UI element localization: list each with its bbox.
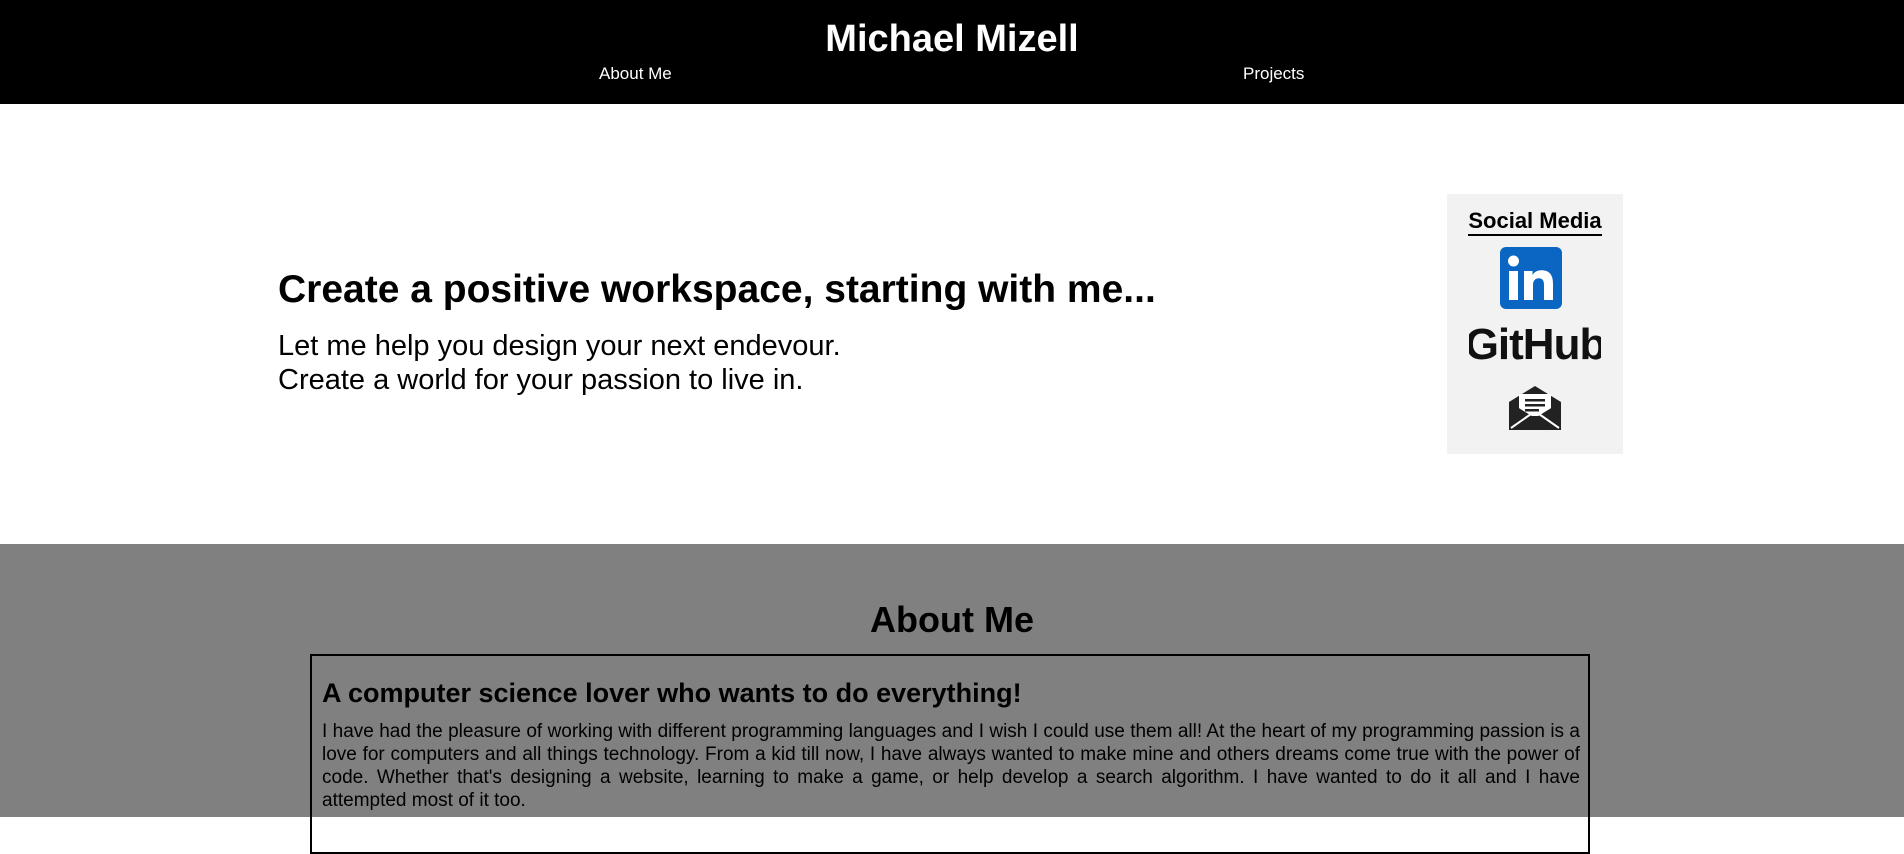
email-link[interactable]: [1507, 384, 1563, 432]
linkedin-link[interactable]: [1500, 247, 1562, 309]
github-link[interactable]: GitHub: [1465, 319, 1607, 369]
social-media-panel: Social Media GitHub: [1447, 194, 1623, 454]
about-section: About Me A computer science lover who wa…: [0, 544, 1904, 854]
site-header: Michael Mizell About Me Projects: [0, 0, 1904, 104]
about-card: A computer science lover who wants to do…: [310, 654, 1590, 854]
site-title: Michael Mizell: [825, 18, 1079, 60]
email-icon: [1509, 386, 1561, 430]
about-card-heading: A computer science lover who wants to do…: [322, 678, 1022, 708]
hero-tagline-1: Let me help you design your next endevou…: [278, 330, 841, 362]
social-media-title-text: Social Media: [1468, 208, 1602, 236]
hero-tagline-2: Create a world for your passion to live …: [278, 364, 804, 396]
github-icon: GitHub: [1465, 320, 1607, 369]
nav-about-me-link[interactable]: About Me: [599, 64, 672, 84]
about-title: About Me: [870, 599, 1034, 640]
linkedin-icon: [1500, 247, 1562, 309]
hero-heading: Create a positive workspace, starting wi…: [278, 268, 1156, 311]
about-card-body: I have had the pleasure of working with …: [322, 721, 1580, 811]
svg-text:GitHub: GitHub: [1469, 320, 1601, 367]
social-media-title: Social Media: [1447, 208, 1623, 236]
nav-projects-link[interactable]: Projects: [1243, 64, 1304, 84]
